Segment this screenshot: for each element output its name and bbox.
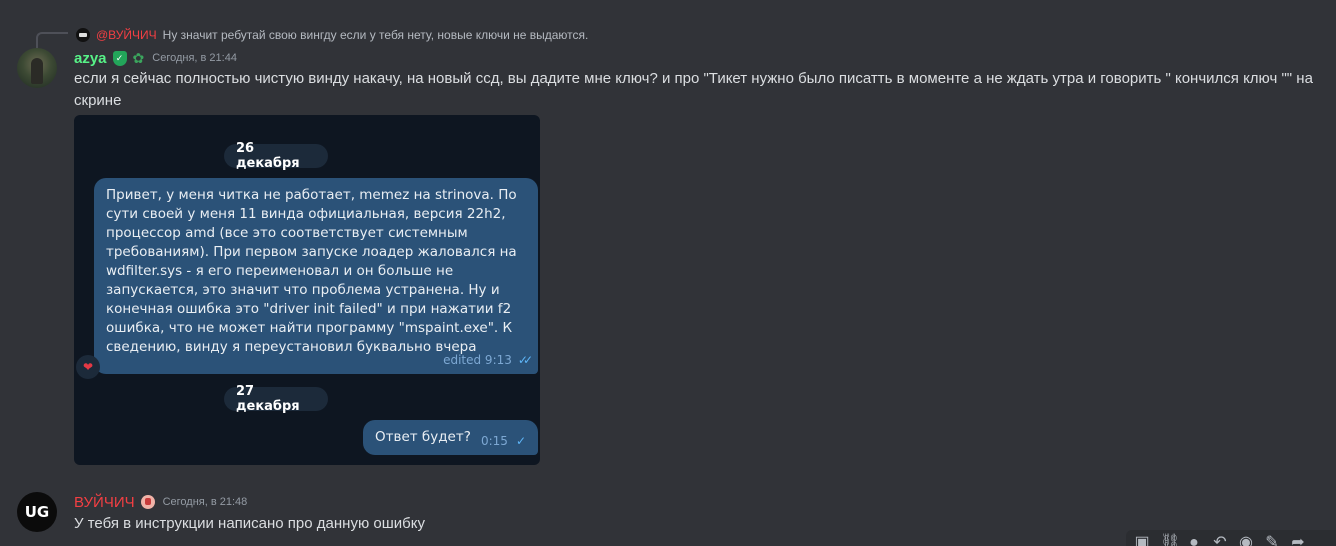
- message-toolbar: ▣ ⛓ ● ↶ ◉ ✎ ➦: [1126, 530, 1336, 546]
- message-time: 0:15: [480, 434, 508, 448]
- attachment-image[interactable]: 26 декабря Привет, у меня читка не работ…: [74, 115, 540, 465]
- chat-bubble: Ответ будет? 0:15 ✓: [363, 420, 538, 455]
- timestamp: Сегодня, в 21:44: [152, 52, 237, 64]
- message-header: ВУЙЧИЧ Сегодня, в 21:48: [74, 492, 247, 512]
- chat-bubble-meta: edited 9:13 ✓✓: [443, 351, 533, 370]
- chat-bubble-meta: 0:15 ✓: [481, 432, 526, 451]
- shield-badge-icon: ✓: [112, 50, 127, 66]
- reply-avatar: [76, 28, 90, 42]
- react-icon[interactable]: ◉: [1238, 534, 1254, 546]
- message-header: azya ✓ ✿ Сегодня, в 21:44: [74, 48, 237, 68]
- date-separator: 26 декабря: [224, 141, 328, 171]
- reply-text[interactable]: Ну значит ребутай свою вингду если у теб…: [163, 28, 589, 42]
- avatar-logo: UG: [24, 503, 50, 521]
- timestamp: Сегодня, в 21:48: [162, 496, 248, 508]
- seal-badge-icon: [140, 495, 155, 509]
- link-icon[interactable]: ⛓: [1160, 534, 1180, 546]
- username[interactable]: azya: [74, 50, 107, 67]
- add-app-icon[interactable]: ▣: [1134, 534, 1150, 546]
- avatar[interactable]: [17, 48, 57, 88]
- emoji-icon[interactable]: ●: [1186, 534, 1202, 546]
- chat-bubble-text: Привет, у меня читка не работает, memez …: [106, 187, 517, 355]
- double-check-icon: ✓✓: [517, 353, 533, 367]
- chat-bubble-text: Ответ будет?: [375, 429, 471, 445]
- edited-time: edited 9:13: [443, 353, 512, 367]
- heart-reaction-icon: ❤: [76, 355, 100, 379]
- date-separator: 27 декабря: [224, 384, 328, 414]
- message-text: если я сейчас полностью чистую винду нак…: [74, 70, 1313, 109]
- paw-badge-icon: ✿: [132, 50, 145, 66]
- reply-icon[interactable]: ↶: [1212, 534, 1228, 546]
- edit-icon[interactable]: ✎: [1264, 534, 1280, 546]
- reply-preview[interactable]: @ВУЙЧИЧ Ну значит ребутай свою вингду ес…: [76, 26, 588, 44]
- reply-mention[interactable]: @ВУЙЧИЧ: [96, 28, 157, 42]
- avatar[interactable]: UG: [17, 492, 57, 532]
- chat-bubble: Привет, у меня читка не работает, memez …: [94, 178, 538, 374]
- reply-connector: [36, 32, 68, 48]
- forward-icon[interactable]: ➦: [1290, 534, 1306, 546]
- single-check-icon: ✓: [515, 434, 526, 448]
- username[interactable]: ВУЙЧИЧ: [74, 494, 135, 511]
